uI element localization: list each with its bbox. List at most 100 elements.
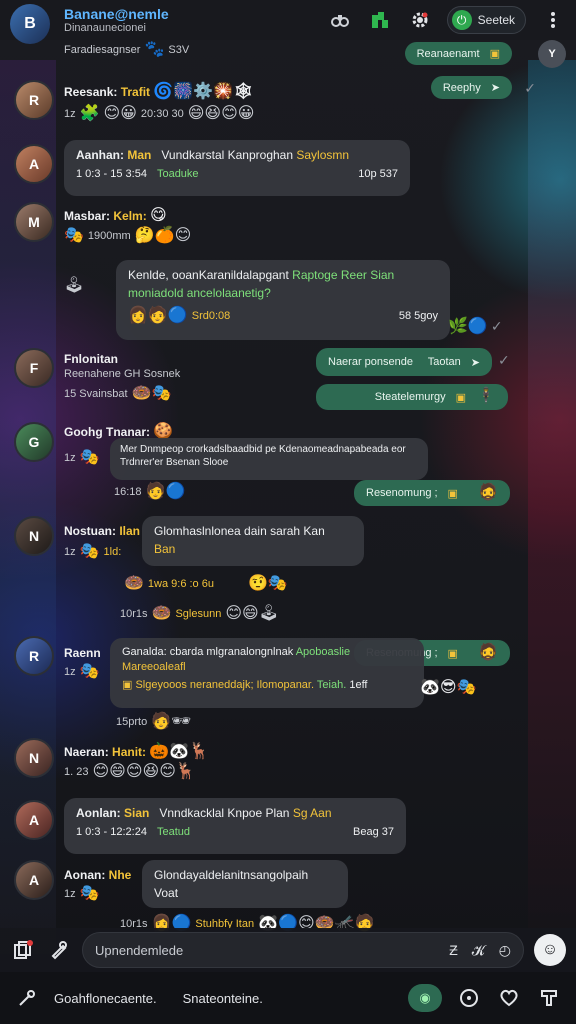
- outgoing-bubble[interactable]: Resenomung ; ▣ 🧔: [354, 480, 510, 506]
- pen-tool-icon[interactable]: [46, 937, 72, 963]
- message-row: M Masbar: Kelm: 😋 🎭 1900mm 🤔🍊😊 🕹 Kenlde,…: [0, 202, 576, 342]
- sticker-icon: 🎭: [79, 663, 100, 680]
- message-meta: 🎭 1900mm 🤔🍊😊: [64, 228, 191, 244]
- green-block-icon[interactable]: [367, 7, 393, 33]
- sender-name[interactable]: Nostuan: Ilan: [64, 524, 140, 538]
- mid-label[interactable]: Snateonteine.: [183, 991, 263, 1006]
- bubble-line: ▣ Slgeyooos neraneddajk; Ilomopanar. Tei…: [122, 679, 368, 691]
- message-meta: 15prto 🧑🕶: [116, 714, 191, 730]
- header-texts: Banane@nemle Dinanaunecionei: [64, 6, 169, 34]
- avatar[interactable]: A: [14, 144, 54, 184]
- sender-subline: Reenahene GH Sosnek: [64, 368, 181, 380]
- meta-text: 1wa 9:6 :o 6u: [147, 578, 214, 590]
- message-row: N Naeran: Hanit: 🎃🐼🦌 1. 23 😊😄😊😆😊🦌: [0, 736, 576, 796]
- incoming-bubble[interactable]: Glomhaslnlonea dain sarah Kan Ban: [142, 516, 364, 566]
- play-icon[interactable]: ◉: [408, 984, 442, 1012]
- clock-icon[interactable]: ◴: [499, 942, 511, 959]
- copy-icon[interactable]: [10, 937, 36, 963]
- message-tag: Ban: [154, 542, 176, 556]
- bubble-subline: 1 0:3 - 12:2:24 Teatud Beag 37: [76, 826, 394, 838]
- message-meta: 1. 23 😊😄😊😆😊🦌: [64, 764, 196, 780]
- avatar[interactable]: R: [14, 636, 54, 676]
- bubble-subline: 1 0:3 - 15 3:54 Toaduke 10p 537: [76, 168, 398, 180]
- message-list[interactable]: Faradiesagnser 🐾 S3V Reanaenamt ▣ Y R Re…: [0, 40, 576, 940]
- sticker-icon: 🎭: [64, 227, 84, 244]
- message-row: A Aanhan: Man Vundkarstal Kanproghan Say…: [0, 140, 576, 202]
- avatar[interactable]: N: [14, 738, 54, 778]
- search-toggle-button[interactable]: ⏻ Seetek: [446, 6, 526, 34]
- sticker-icon: 🧔: [478, 484, 498, 501]
- message-row: R Reesank: Trafit 🌀🎆⚙️🎇🕸 1z 🧩 😊😀 20:30 3…: [0, 76, 576, 140]
- channel-subtitle: Dinanaunecionei: [64, 22, 146, 34]
- sticker-icon: 🕴: [476, 388, 496, 405]
- sender-name[interactable]: Fnlonitan: [64, 352, 118, 366]
- message-time: 1eff: [349, 679, 368, 691]
- incoming-bubble[interactable]: Mer Dnmpeop crorkadslbaadbid pe Kdenaome…: [110, 438, 428, 480]
- reactions[interactable]: 🌿🔵 ✓: [448, 318, 503, 335]
- left-label[interactable]: Goahflonecaente.: [54, 991, 157, 1006]
- message-meta: Faradiesagnser 🐾 S3V: [64, 42, 189, 58]
- sticker-icon: 🎭: [79, 449, 100, 466]
- sender-name[interactable]: Naeran: Hanit: 🎃🐼🦌: [64, 744, 209, 760]
- more-vert-icon[interactable]: [540, 7, 566, 33]
- pen-icon[interactable]: [14, 985, 40, 1011]
- incoming-bubble[interactable]: Aonlan: Sian Vnndkacklal Knpoe Plan Sg A…: [64, 798, 406, 854]
- avatar[interactable]: F: [14, 348, 54, 388]
- outgoing-bubble[interactable]: Reephy ➤: [430, 76, 512, 99]
- self-avatar[interactable]: Y: [538, 40, 566, 68]
- message-meta: 15 Svainsbat 🍩🎭: [64, 386, 171, 402]
- heart-icon[interactable]: [496, 985, 522, 1011]
- message-input[interactable]: Upnendemlede Ƶ 𝓚 ◴: [82, 932, 524, 968]
- sender-name[interactable]: Aonlan:: [76, 806, 121, 820]
- incoming-bubble[interactable]: Kenlde, ooanKaranildalapgant Raptoge Ree…: [116, 260, 450, 340]
- message-tag: Saylosmn: [296, 148, 350, 162]
- sub-mid: Teatud: [156, 826, 190, 838]
- avatar[interactable]: G: [14, 422, 54, 462]
- emoji-icon[interactable]: ☺: [534, 934, 566, 966]
- gear-icon[interactable]: [407, 7, 433, 33]
- avatar[interactable]: A: [14, 800, 54, 840]
- bubble-text: Reephy: [442, 81, 481, 94]
- tag-icon: ▣: [447, 487, 458, 500]
- bubble-line: Aanhan: Man Vundkarstal Kanproghan Saylo…: [76, 148, 398, 162]
- translate-icon[interactable]: 𝓚: [472, 942, 485, 959]
- channel-avatar[interactable]: B: [10, 4, 50, 44]
- avatar[interactable]: R: [14, 80, 54, 120]
- emoji-row: 😊😄🕹: [225, 605, 279, 622]
- meta-prefix: 1z: [64, 888, 76, 900]
- channel-title[interactable]: Banane@nemle: [64, 6, 169, 22]
- outgoing-bubble[interactable]: Naerar ponsende Taotan ➤: [316, 348, 492, 376]
- sender-name[interactable]: Aanhan:: [76, 148, 124, 162]
- incoming-bubble[interactable]: Ganalda: cbarda mlgranalongnlnak Apoboas…: [110, 638, 424, 708]
- incoming-bubble[interactable]: Aanhan: Man Vundkarstal Kanproghan Saylo…: [64, 140, 410, 196]
- emoji-row: 😄😆😊😀: [187, 105, 255, 122]
- sender-name[interactable]: Raenn: [64, 646, 101, 660]
- emoji-row: 😊😀: [103, 105, 137, 122]
- meta-prefix: 1z: [64, 452, 76, 464]
- outgoing-bubble[interactable]: Steatelemurgy ▣ 🕴: [316, 384, 508, 410]
- search-toggle-icon: ⏻: [451, 10, 472, 30]
- message-time: Beag 37: [353, 826, 394, 838]
- info-icon[interactable]: [456, 985, 482, 1011]
- search-label: Seetek: [477, 13, 515, 27]
- sender-name[interactable]: Reesank: Trafit 🌀🎆⚙️🎇🕸: [64, 84, 253, 100]
- avatar[interactable]: A: [14, 860, 54, 900]
- reactions[interactable]: 🐼😎🎭: [420, 680, 477, 696]
- incoming-bubble[interactable]: Glondayaldelanitnsangolpaih Voat: [142, 860, 348, 908]
- message-text-yellow: Mareeoaleafl: [122, 661, 186, 673]
- binoculars-icon[interactable]: [327, 7, 353, 33]
- message-text: Vundkarstal Kanproghan: [161, 148, 294, 162]
- sender-name[interactable]: Aonan: Nhe: [64, 868, 131, 882]
- emoji-row: 🍩: [151, 605, 172, 622]
- bubble-text: Resenomung ;: [366, 487, 438, 499]
- emoji-row: 😊😄😊😆😊🦌: [92, 763, 196, 780]
- avatar[interactable]: M: [14, 202, 54, 242]
- send-icon: ➤: [470, 356, 480, 369]
- avatar[interactable]: N: [14, 516, 54, 556]
- sender-name[interactable]: Masbar: Kelm: 😋: [64, 208, 167, 224]
- outgoing-bubble[interactable]: Reanaenamt ▣: [404, 42, 512, 65]
- sender-highlight: Man: [127, 148, 152, 162]
- flag-icon[interactable]: [536, 985, 562, 1011]
- sticker-icon: 🎭: [79, 543, 100, 560]
- mention-icon[interactable]: Ƶ: [449, 942, 458, 958]
